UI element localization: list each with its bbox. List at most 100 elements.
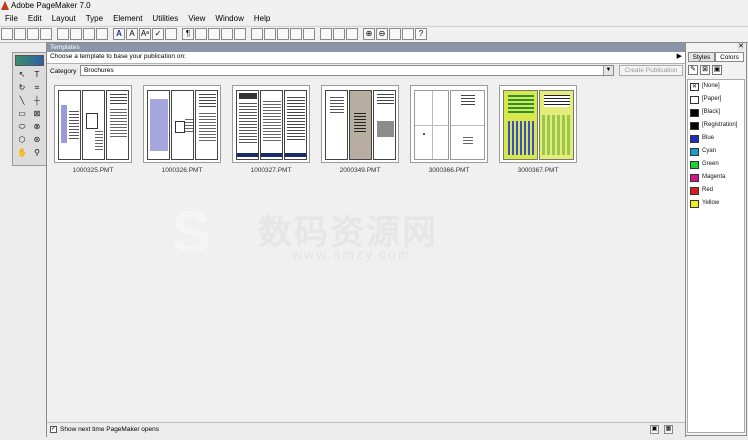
small-thumbnails-icon[interactable]: ▦ — [664, 425, 673, 434]
zoom-in-icon[interactable]: ⊕ — [363, 28, 375, 40]
template-thumbnail[interactable] — [499, 85, 577, 163]
color-swatch — [690, 122, 699, 130]
color-row[interactable]: [Black] — [689, 107, 745, 119]
template-thumbnail[interactable] — [54, 85, 132, 163]
ellipse-tool[interactable]: ⬭ — [15, 121, 29, 132]
text-tool[interactable]: T — [30, 69, 44, 80]
color-row[interactable]: Cyan — [689, 146, 745, 158]
large-thumbnails-icon[interactable]: ▣ — [650, 425, 659, 434]
actual-size-icon[interactable] — [402, 28, 414, 40]
image-icon[interactable] — [277, 28, 289, 40]
frame-icon[interactable] — [264, 28, 276, 40]
none-color-icon[interactable]: ⊠ — [700, 65, 710, 75]
stroke-fill-icon[interactable]: ▣ — [712, 65, 722, 75]
help-icon[interactable]: ? — [415, 28, 427, 40]
show-next-time-checkbox[interactable]: ✓ — [50, 426, 57, 433]
rotate-tool[interactable]: ↻ — [15, 82, 29, 93]
category-select[interactable]: Brochures ▼ — [80, 65, 614, 76]
color-swatch — [690, 135, 699, 143]
place-icon[interactable] — [165, 28, 177, 40]
polygon-tool[interactable]: ⬡ — [15, 134, 29, 145]
polygon-frame-tool[interactable]: ⊛ — [30, 134, 44, 145]
color-name: [None] — [702, 83, 720, 89]
line-tool[interactable]: ╲ — [15, 95, 29, 106]
new-icon[interactable] — [1, 28, 13, 40]
palette-header-icon — [15, 55, 44, 66]
group-icon[interactable] — [333, 28, 345, 40]
color-name: Red — [702, 187, 714, 193]
close-icon[interactable]: ✕ — [737, 43, 745, 51]
rectangle-tool[interactable]: ▭ — [15, 108, 29, 119]
menu-view[interactable]: View — [183, 14, 210, 23]
menu-type[interactable]: Type — [81, 14, 108, 23]
constrained-line-tool[interactable]: ┼ — [30, 95, 44, 106]
hand-tool[interactable]: ✋ — [15, 147, 29, 158]
color-row[interactable]: Red — [689, 185, 745, 197]
chevron-down-icon[interactable]: ▼ — [603, 66, 613, 75]
menu-edit[interactable]: Edit — [23, 14, 47, 23]
fit-icon[interactable] — [389, 28, 401, 40]
styles-colors-panel: ✕ Styles Colors ✎ ⊠ ▣ ✕ [None] [Paper] [Bla… — [685, 42, 747, 436]
zoom-out-icon[interactable]: ⊖ — [376, 28, 388, 40]
align-left-icon[interactable] — [221, 28, 233, 40]
color-swatch — [690, 200, 699, 208]
tab-colors[interactable]: Colors — [715, 52, 744, 62]
color-row[interactable]: Blue — [689, 133, 745, 145]
save-icon[interactable] — [27, 28, 39, 40]
color-row[interactable]: [Paper] — [689, 94, 745, 106]
templates-title-bar: Templates — [47, 43, 685, 52]
paste-icon[interactable] — [83, 28, 95, 40]
pencil-icon[interactable]: ✎ — [688, 65, 698, 75]
rectangle-frame-tool[interactable]: ⊠ — [30, 108, 44, 119]
template-thumbnail[interactable] — [232, 85, 310, 163]
color-row[interactable]: ✕ [None] — [689, 81, 745, 93]
open-icon[interactable] — [14, 28, 26, 40]
color-row[interactable]: [Registration] — [689, 120, 745, 132]
color-row[interactable]: Magenta — [689, 172, 745, 184]
lock-icon[interactable] — [320, 28, 332, 40]
bold-icon[interactable]: A — [113, 28, 125, 40]
ellipse-frame-tool[interactable]: ⊗ — [30, 121, 44, 132]
export-icon[interactable] — [303, 28, 315, 40]
template-filename: 1000326.PMT — [161, 167, 203, 174]
pointer-tool[interactable]: ↖ — [15, 69, 29, 80]
menu-layout[interactable]: Layout — [47, 14, 81, 23]
color-swatch: ✕ — [690, 83, 699, 91]
indent-icon[interactable] — [195, 28, 207, 40]
menu-element[interactable]: Element — [108, 14, 147, 23]
crop-tool[interactable]: ⌗ — [30, 82, 44, 93]
template-filename: 2000349.PMT — [339, 167, 381, 174]
menu-bar: File Edit Layout Type Element Utilities … — [0, 12, 748, 25]
color-row[interactable]: Yellow — [689, 198, 745, 210]
spell-icon[interactable]: ✓ — [152, 28, 164, 40]
copy-icon[interactable] — [70, 28, 82, 40]
create-publication-button[interactable]: Create Publication — [619, 65, 683, 76]
bullets-icon[interactable] — [208, 28, 220, 40]
color-swatch — [690, 96, 699, 104]
template-thumbnail[interactable] — [143, 85, 221, 163]
color-name: Green — [702, 161, 719, 167]
link-icon[interactable] — [290, 28, 302, 40]
mask-icon[interactable] — [346, 28, 358, 40]
template-thumbnail[interactable] — [410, 85, 488, 163]
font-size-icon[interactable]: Aᵃ — [139, 28, 151, 40]
table-icon[interactable] — [251, 28, 263, 40]
print-icon[interactable] — [40, 28, 52, 40]
tab-styles[interactable]: Styles — [688, 52, 715, 62]
paragraph-icon[interactable]: ¶ — [182, 28, 194, 40]
color-row[interactable]: Green — [689, 159, 745, 171]
menu-utilities[interactable]: Utilities — [147, 14, 183, 23]
menu-file[interactable]: File — [0, 14, 23, 23]
align-right-icon[interactable] — [234, 28, 246, 40]
menu-window[interactable]: Window — [210, 14, 248, 23]
menu-help[interactable]: Help — [249, 14, 275, 23]
undo-icon[interactable] — [96, 28, 108, 40]
color-swatch — [690, 148, 699, 156]
character-icon[interactable]: A — [126, 28, 138, 40]
template-thumbnail[interactable] — [321, 85, 399, 163]
cut-icon[interactable] — [57, 28, 69, 40]
panel-menu-arrow-icon[interactable]: ▶ — [677, 52, 682, 60]
zoom-tool[interactable]: ⚲ — [30, 147, 44, 158]
color-name: Cyan — [702, 148, 717, 154]
window-title: Adobe PageMaker 7.0 — [11, 1, 91, 10]
